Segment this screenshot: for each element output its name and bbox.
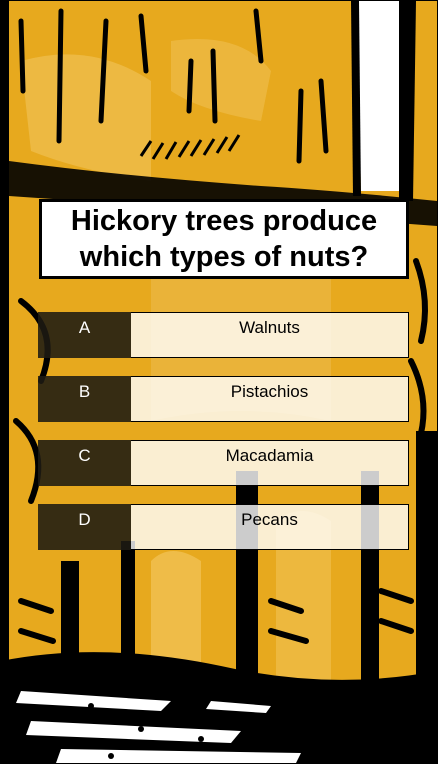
question-panel: Hickory trees produce which types of nut… bbox=[39, 199, 409, 279]
question-text: Hickory trees produce which types of nut… bbox=[70, 205, 378, 273]
answer-option-a[interactable]: A Walnuts bbox=[38, 312, 409, 358]
answer-letter: A bbox=[38, 312, 131, 358]
answer-text: Pecans bbox=[131, 504, 409, 550]
answer-option-b[interactable]: B Pistachios bbox=[38, 376, 409, 422]
answer-option-d[interactable]: D Pecans bbox=[38, 504, 409, 550]
answer-letter: D bbox=[38, 504, 131, 550]
answer-text: Macadamia bbox=[131, 440, 409, 486]
answer-letter: B bbox=[38, 376, 131, 422]
quiz-screen: Hickory trees produce which types of nut… bbox=[0, 0, 438, 764]
answer-text: Walnuts bbox=[131, 312, 409, 358]
answer-letter: C bbox=[38, 440, 131, 486]
answer-option-c[interactable]: C Macadamia bbox=[38, 440, 409, 486]
answer-text: Pistachios bbox=[131, 376, 409, 422]
